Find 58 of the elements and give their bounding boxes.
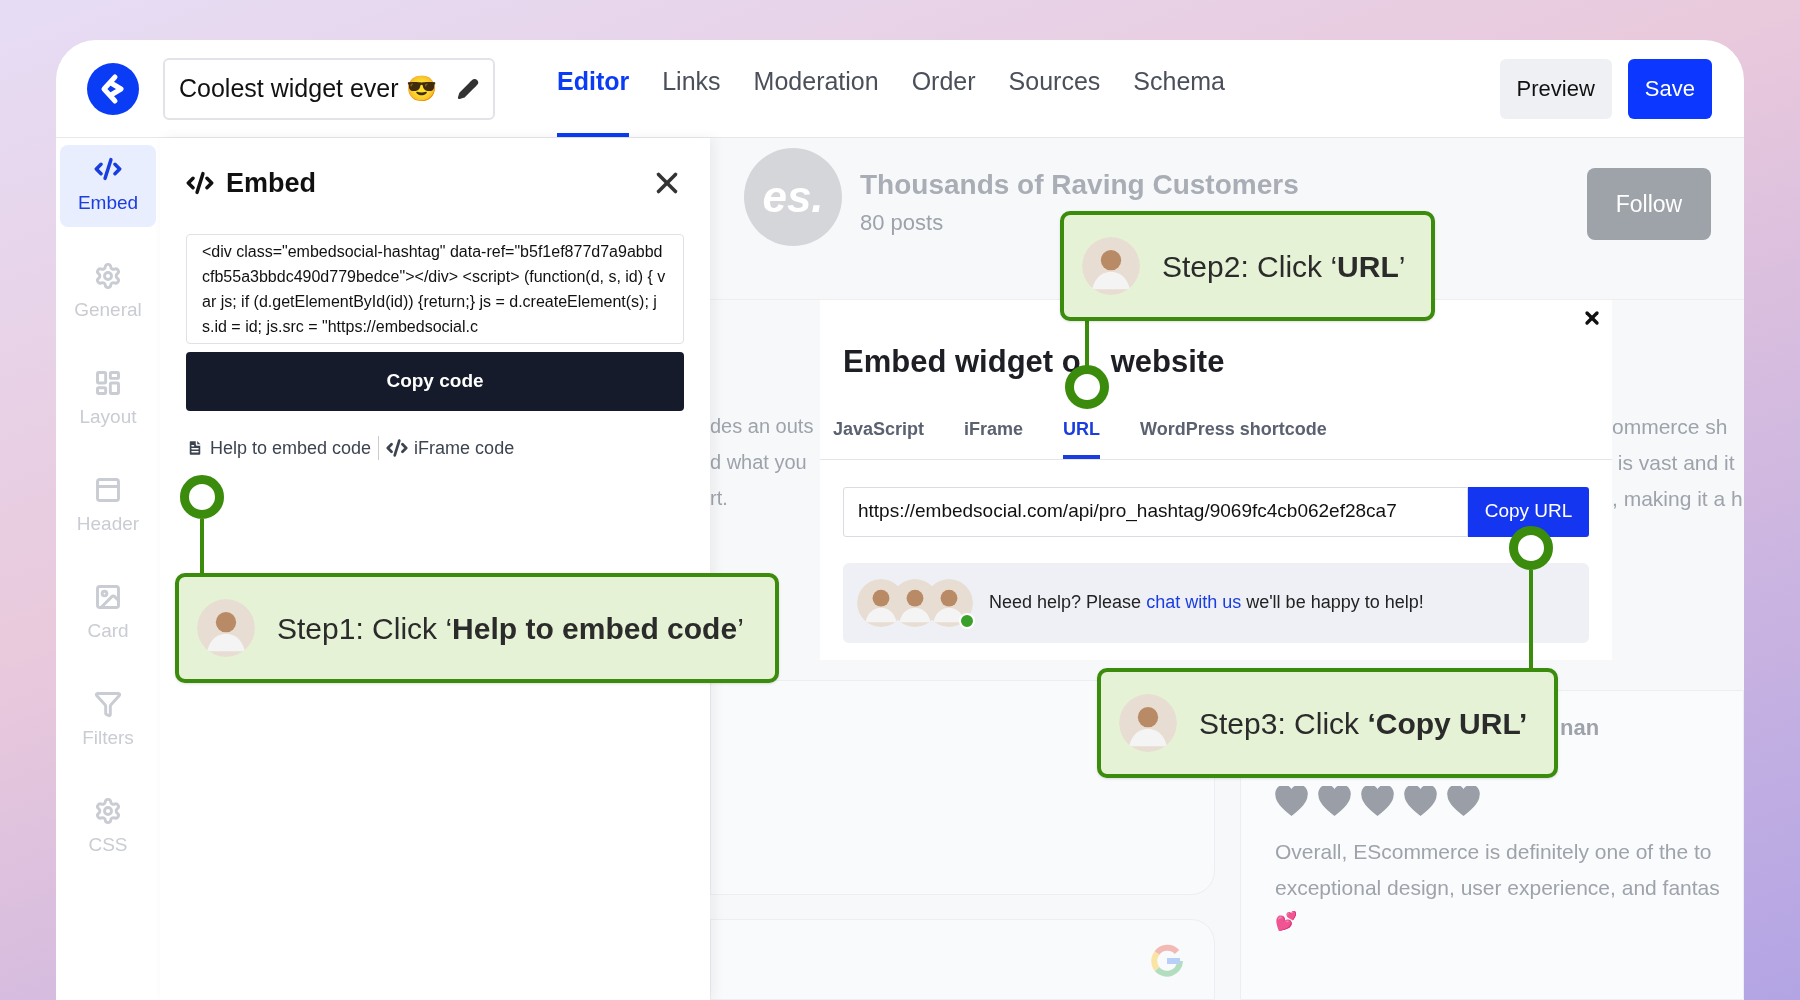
- window-icon: [94, 475, 122, 504]
- layout-icon: [94, 368, 122, 397]
- image-icon: [94, 582, 122, 611]
- copy-url-button[interactable]: Copy URL: [1468, 486, 1589, 537]
- heart-icon: [1318, 786, 1351, 816]
- funnel-icon: [94, 689, 122, 718]
- gear-icon: [94, 796, 122, 825]
- url-field[interactable]: https://embedsocial.com/api/pro_hashtag/9069fc4cb062ef28ca7: [843, 486, 1468, 537]
- pencil-icon[interactable]: [457, 77, 479, 100]
- panel-title: Embed: [226, 167, 317, 200]
- callout-text: Step2: Click ‘URL’: [1162, 248, 1406, 285]
- nav-tab[interactable]: Links: [662, 40, 721, 137]
- chat-link[interactable]: chat with us: [1146, 592, 1242, 612]
- document-icon: [186, 439, 204, 457]
- heart-icon: [1361, 786, 1394, 816]
- review-text: exceptional design, user experience, and fantas: [1275, 875, 1721, 901]
- close-icon[interactable]: [1582, 308, 1602, 328]
- avatar-icon: [1119, 694, 1177, 752]
- nav-tab[interactable]: Moderation: [753, 40, 879, 137]
- logo-icon[interactable]: [87, 62, 139, 115]
- gear-icon: [94, 261, 122, 290]
- faded-text: ommerce sh: [1612, 414, 1729, 440]
- code-icon: [386, 437, 409, 459]
- emoji-text: 💕: [1275, 910, 1298, 933]
- faded-text: is vast and it: [1616, 450, 1736, 476]
- callout-text: Step1: Click ‘Help to embed code’: [277, 610, 744, 647]
- embed-code-field[interactable]: <div class="embedsocial-hashtag" data-ref="b5f1ef877d7a9abbdcfb55a3bbdc490d779bedce"></div> <script> (function(d, s, id) { var js; if (d.getElementById(id)) {return;} js = d.createElement(s); js.id = id; js.src = "https://embedsocial.c: [186, 233, 684, 344]
- save-button[interactable]: Save: [1627, 58, 1712, 119]
- heart-icon: [1404, 786, 1437, 816]
- modal-title: website: [1110, 343, 1225, 381]
- reviewer-name: nan: [1560, 714, 1601, 742]
- help-link[interactable]: Help to embed code: [186, 434, 372, 462]
- widget-title-field[interactable]: Coolest widget ever 😎: [163, 57, 495, 120]
- iframe-link[interactable]: iFrame code: [386, 434, 515, 462]
- nav-tab[interactable]: Order: [911, 40, 976, 137]
- faded-text: rt.: [710, 486, 729, 511]
- nav-tab[interactable]: Schema: [1133, 40, 1225, 137]
- help-text: Need help? Please chat with us we'll be happy to help!: [989, 591, 1424, 614]
- post-count: 80 posts: [860, 209, 945, 237]
- profile-title: Thousands of Raving Customers: [860, 168, 1299, 202]
- modal-tab[interactable]: iFrame: [964, 415, 1024, 459]
- g-logo-icon: [1150, 944, 1184, 978]
- faded-text: des an outs: [710, 414, 815, 439]
- faded-text: , making it a h: [1612, 486, 1744, 512]
- preview-button[interactable]: Preview: [1499, 58, 1612, 119]
- avatar-icon: [1082, 237, 1140, 295]
- heart-icon: [1447, 786, 1480, 816]
- modal-tab[interactable]: URL: [1063, 415, 1101, 459]
- review-text: Overall, EScommerce is definitely one of the to: [1275, 839, 1713, 865]
- modal-tab[interactable]: JavaScript: [833, 415, 925, 459]
- avatar-icon: [197, 599, 255, 657]
- sidebar-item[interactable]: Embed: [60, 145, 156, 227]
- callout-text: Step3: Click ‘Copy URL’: [1199, 705, 1528, 742]
- modal-tab[interactable]: WordPress shortcode: [1140, 415, 1327, 459]
- faded-text: d what you: [710, 450, 808, 475]
- heart-icon: [1275, 786, 1308, 816]
- nav-tab[interactable]: Sources: [1008, 40, 1101, 137]
- copy-code-button[interactable]: Copy code: [186, 351, 684, 411]
